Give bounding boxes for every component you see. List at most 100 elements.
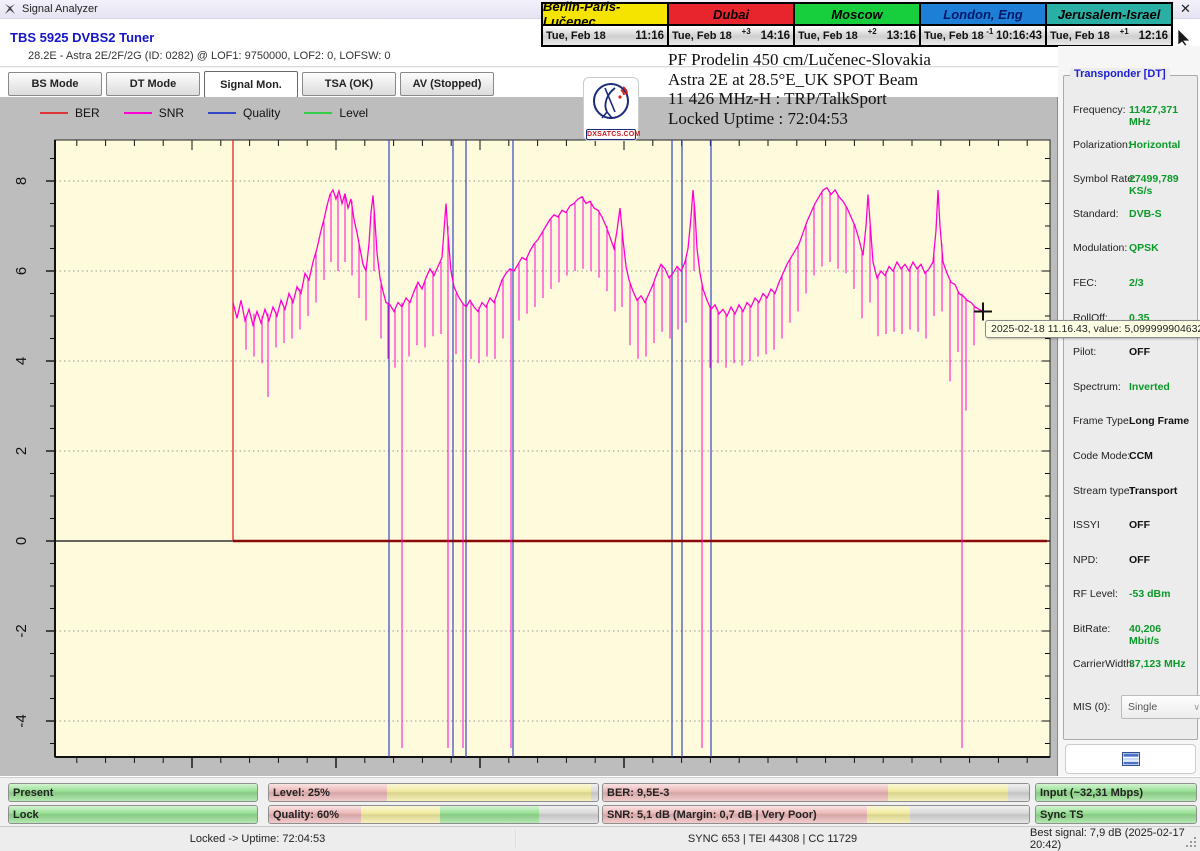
- field-value: OFF: [1129, 554, 1150, 566]
- transponder-row: Spectrum:Inverted: [1073, 381, 1191, 393]
- mouse-cursor-icon: [1174, 26, 1194, 46]
- resize-grip[interactable]: [1184, 835, 1198, 849]
- bar-label: Present: [13, 784, 53, 801]
- clock-panel[interactable]: MoscowTue, Feb 18+213:16: [793, 2, 921, 47]
- bar-segment-gray: [1008, 784, 1029, 801]
- bar-label: SNR: 5,1 dB (Margin: 0,7 dB | Very Poor): [607, 806, 817, 823]
- signal-chart[interactable]: 86420-2-4: [0, 97, 1057, 776]
- svg-text:8: 8: [13, 177, 30, 185]
- bar-label: BER: 9,5E-3: [607, 784, 669, 801]
- clock-time-row: Tue, Feb 18+112:16: [1047, 26, 1171, 45]
- clock-date: Tue, Feb 18: [1050, 30, 1110, 42]
- clock-date: Tue, Feb 18: [798, 30, 858, 42]
- bar-segment-yellow: [361, 806, 440, 823]
- bar-sync: Sync TS: [1035, 805, 1197, 824]
- overlay-line: Astra 2E at 28.5°E_UK SPOT Beam: [668, 70, 931, 90]
- transponder-row: Code Mode:CCM: [1073, 450, 1191, 462]
- clock-panel[interactable]: Jerusalem-IsraelTue, Feb 18+112:16: [1045, 2, 1173, 47]
- field-value: 2/3: [1129, 277, 1144, 289]
- bar-level: Level: 25%: [268, 783, 599, 802]
- field-value: OFF: [1129, 346, 1150, 358]
- clock-city-label: London, Eng: [921, 4, 1045, 26]
- transponder-title: Transponder [DT]: [1070, 68, 1170, 80]
- mis-dropdown[interactable]: Single ∨: [1121, 695, 1200, 719]
- header-separator: [0, 66, 1200, 68]
- close-icon[interactable]: ✕: [1180, 1, 1191, 17]
- tab-dt-mode[interactable]: DT Mode: [106, 72, 200, 96]
- field-label: Polarization:: [1073, 139, 1131, 151]
- bar-present: Present: [8, 783, 258, 802]
- bar-lock: Lock: [8, 805, 258, 824]
- tab-bs-mode[interactable]: BS Mode: [8, 72, 102, 96]
- tuner-name: TBS 5925 DVBS2 Tuner: [10, 30, 154, 45]
- transponder-row: FEC:2/3: [1073, 277, 1191, 289]
- transponder-row: Modulation:QPSK: [1073, 242, 1191, 254]
- clock-date: Tue, Feb 18: [546, 30, 606, 42]
- field-value: Transport: [1129, 485, 1177, 497]
- bar-label: Sync TS: [1040, 806, 1083, 823]
- list-icon: [1122, 752, 1140, 766]
- bar-segment-green: [9, 806, 257, 823]
- clock-time-row: Tue, Feb 18+314:16: [669, 26, 793, 45]
- status-bar: Locked -> Uptime: 72:04:53 SYNC 653 | TE…: [0, 826, 1200, 851]
- field-value: DVB-S: [1129, 208, 1162, 220]
- constellation-button[interactable]: [1065, 744, 1196, 774]
- clock-city-label: Dubai: [669, 4, 793, 26]
- transponder-row: Standard: DVB-S: [1073, 208, 1191, 220]
- clock-city-label: Moscow: [795, 4, 919, 26]
- field-value: 37,123 MHz: [1129, 658, 1186, 670]
- bar-segment-gray: [591, 784, 598, 801]
- logo-text: DXSATCS.COM: [586, 129, 636, 140]
- bar-segment-gray: [910, 806, 1029, 823]
- clock-time: 13:16: [887, 30, 916, 42]
- clock-time: 12:16: [1139, 30, 1168, 42]
- transponder-row: ISSYIOFF: [1073, 519, 1191, 531]
- chevron-down-icon: ∨: [1193, 702, 1200, 713]
- status-uptime: Locked -> Uptime: 72:04:53: [0, 827, 515, 851]
- transponder-row: Stream type:Transport: [1073, 485, 1191, 497]
- clock-panel[interactable]: Berlin-Paris-LučenecTue, Feb 1811:16: [541, 2, 669, 47]
- field-value: 11427,371 MHz: [1129, 104, 1191, 128]
- overlay-line: PF Prodelin 450 cm/Lučenec-Slovakia: [668, 50, 931, 70]
- field-value: Long Frame: [1129, 415, 1189, 427]
- tab-av-stopped-[interactable]: AV (Stopped): [400, 72, 494, 96]
- clock-time: 10:16:43: [996, 30, 1042, 42]
- transponder-row: CarrierWidth:37,123 MHz: [1073, 658, 1191, 670]
- world-clocks: Berlin-Paris-LučenecTue, Feb 1811:16Duba…: [543, 2, 1173, 47]
- bar-segment-yellow: [387, 784, 591, 801]
- bar-input: Input (~32,31 Mbps): [1035, 783, 1197, 802]
- clock-city-label: Berlin-Paris-Lučenec: [543, 4, 667, 26]
- field-value: OFF: [1129, 519, 1150, 531]
- svg-text:6: 6: [13, 267, 30, 275]
- tab-tsa-ok-[interactable]: TSA (OK): [302, 72, 396, 96]
- field-value: 27499,789 KS/s: [1129, 173, 1191, 197]
- transponder-row: Pilot:OFF: [1073, 346, 1191, 358]
- clock-utc-offset: -1: [984, 27, 996, 36]
- transponder-row: RF Level: -53 dBm: [1073, 588, 1191, 600]
- field-value: QPSK: [1129, 242, 1159, 254]
- field-label: Standard:: [1073, 208, 1119, 220]
- overlay-line: Locked Uptime : 72:04:53: [668, 109, 931, 129]
- chart-tooltip: 2025-02-18 11.16.43, value: 5,0999999046…: [985, 320, 1200, 338]
- clock-date: Tue, Feb 18: [672, 30, 732, 42]
- clock-utc-offset: +3: [732, 27, 761, 36]
- field-label: RF Level:: [1073, 588, 1118, 600]
- field-value: CCM: [1129, 450, 1153, 462]
- clock-panel[interactable]: DubaiTue, Feb 18+314:16: [667, 2, 795, 47]
- field-value: -53 dBm: [1129, 588, 1170, 600]
- tab-signal-mon-[interactable]: Signal Mon.: [204, 71, 298, 98]
- clock-panel[interactable]: London, EngTue, Feb 18-110:16:43: [919, 2, 1047, 47]
- mis-label: MIS (0):: [1073, 701, 1110, 713]
- transponder-row: Frame Type:Long Frame: [1073, 415, 1191, 427]
- field-label: Modulation:: [1073, 242, 1127, 254]
- field-label: BitRate:: [1073, 623, 1110, 635]
- bar-label: Quality: 60%: [273, 806, 339, 823]
- app-icon: [4, 3, 16, 15]
- field-label: Code Mode:: [1073, 450, 1130, 462]
- field-value: 40,206 Mbit/s: [1129, 623, 1191, 647]
- clock-time: 14:16: [761, 30, 790, 42]
- overlay-info: PF Prodelin 450 cm/Lučenec-SlovakiaAstra…: [668, 50, 931, 128]
- bar-label: Level: 25%: [273, 784, 330, 801]
- field-label: Frequency:: [1073, 104, 1126, 116]
- status-sync: SYNC 653 | TEI 44308 | CC 11729: [515, 827, 1030, 851]
